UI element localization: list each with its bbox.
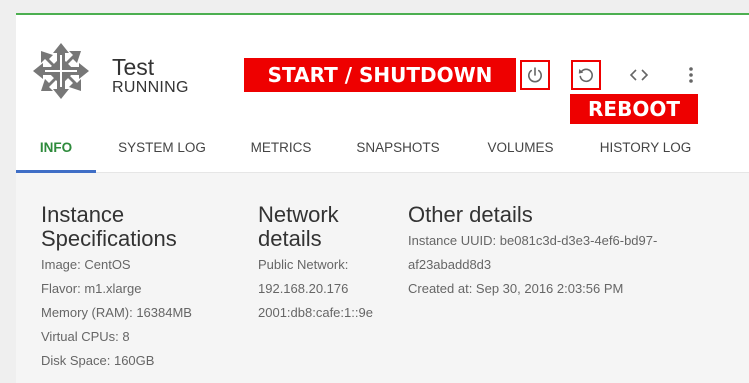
- more-button[interactable]: [676, 60, 706, 90]
- instance-uuid: Instance UUID: be081c3d-d3e3-4ef6-bd97-: [408, 233, 658, 248]
- instance-card: Test RUNNING START / SHUTDOWN REBOOT INF…: [16, 13, 749, 383]
- console-button[interactable]: [624, 60, 654, 90]
- start-shutdown-callout: START / SHUTDOWN: [244, 58, 516, 92]
- power-icon: [528, 67, 542, 83]
- power-button[interactable]: [520, 60, 550, 90]
- section-title: Other details: [408, 202, 533, 227]
- network-ipv4: 192.168.20.176: [258, 281, 349, 296]
- reboot-icon: [578, 68, 593, 83]
- instance-specifications: Instance Specifications Image: CentOS Fl…: [41, 203, 241, 373]
- centos-logo: [33, 43, 89, 99]
- tab-volumes[interactable]: VOLUMES: [478, 127, 563, 173]
- instance-header: Test RUNNING START / SHUTDOWN REBOOT: [16, 15, 749, 127]
- code-icon: [629, 69, 649, 81]
- section-title: Instance Specifications: [41, 203, 241, 251]
- section-title-line: Network: [258, 202, 339, 227]
- instance-status: RUNNING: [112, 79, 189, 96]
- reboot-button[interactable]: [571, 60, 601, 90]
- instance-name: Test: [112, 54, 155, 80]
- info-panel: Instance Specifications Image: CentOS Fl…: [16, 173, 749, 383]
- tab-bar: INFO SYSTEM LOG METRICS SNAPSHOTS VOLUME…: [16, 127, 749, 173]
- spec-memory: Memory (RAM): 16384MB: [41, 305, 192, 320]
- tab-system-log[interactable]: SYSTEM LOG: [108, 127, 216, 173]
- more-vertical-icon: [689, 67, 693, 83]
- section-title: Network details: [258, 203, 398, 251]
- tab-metrics[interactable]: METRICS: [241, 127, 321, 173]
- spec-vcpus: Virtual CPUs: 8: [41, 329, 130, 344]
- spec-flavor: Flavor: m1.xlarge: [41, 281, 142, 296]
- network-label: Public Network:: [258, 257, 349, 272]
- tab-snapshots[interactable]: SNAPSHOTS: [348, 127, 448, 173]
- created-at: Created at: Sep 30, 2016 2:03:56 PM: [408, 281, 624, 296]
- instance-uuid-cont: af23abadd8d3: [408, 257, 492, 272]
- tab-info[interactable]: INFO: [16, 127, 96, 173]
- network-ipv6: 2001:db8:cafe:1::9e: [258, 305, 373, 320]
- section-title-line: details: [258, 226, 322, 251]
- network-details: Network details Public Network: 192.168.…: [258, 203, 398, 325]
- section-title-line: Specifications: [41, 226, 177, 251]
- spec-image: Image: CentOS: [41, 257, 131, 272]
- reboot-callout: REBOOT: [570, 94, 698, 124]
- tab-history-log[interactable]: HISTORY LOG: [588, 127, 703, 173]
- section-title-line: Instance: [41, 202, 125, 227]
- spec-disk: Disk Space: 160GB: [41, 353, 155, 368]
- other-details: Other details Instance UUID: be081c3d-d3…: [408, 203, 708, 301]
